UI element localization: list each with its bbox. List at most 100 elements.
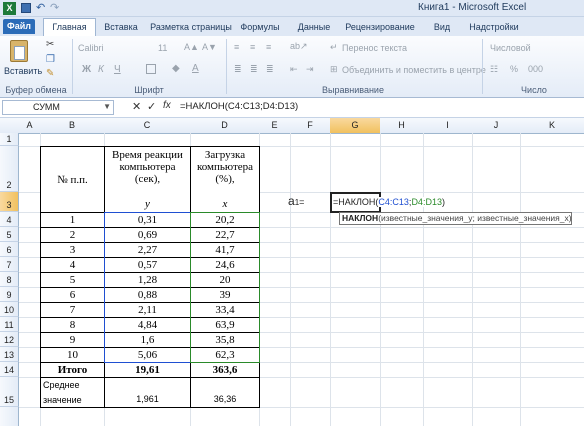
wrap-text-button[interactable]: Перенос текста xyxy=(342,43,407,53)
font-color-icon[interactable]: A xyxy=(192,63,199,74)
align-top-icon[interactable]: ≡ xyxy=(234,42,239,52)
underline-button[interactable]: Ч xyxy=(114,64,121,75)
tab-addins[interactable]: Надстройки xyxy=(466,19,522,36)
paste-icon[interactable] xyxy=(10,40,28,62)
row-header-5[interactable]: 5 xyxy=(0,227,19,242)
header-response-time[interactable]: Время реакции компьютера (сек), y xyxy=(104,146,191,213)
italic-button[interactable]: К xyxy=(98,64,104,75)
column-header-a[interactable]: A xyxy=(19,118,41,134)
tab-page-layout[interactable]: Разметка страницы xyxy=(148,19,234,36)
table-row-number[interactable]: 4 xyxy=(40,257,105,273)
redo-icon[interactable]: ↷ xyxy=(50,1,59,14)
font-name-select[interactable]: Calibri xyxy=(78,43,152,56)
column-header-h[interactable]: H xyxy=(380,118,424,134)
column-header-i[interactable]: I xyxy=(423,118,473,134)
total-load[interactable]: 363,6 xyxy=(190,362,260,378)
name-box[interactable]: СУММ ▼ xyxy=(2,100,114,115)
table-row-number[interactable]: 5 xyxy=(40,272,105,288)
align-bottom-icon[interactable]: ≡ xyxy=(266,42,271,52)
tab-file[interactable]: Файл xyxy=(3,19,35,34)
row-header-8[interactable]: 8 xyxy=(0,272,19,287)
column-header-d[interactable]: D xyxy=(190,118,260,134)
table-row-number[interactable]: 3 xyxy=(40,242,105,258)
shrink-font-icon[interactable]: A▼ xyxy=(202,42,217,52)
table-row-number[interactable]: 8 xyxy=(40,317,105,333)
chevron-down-icon[interactable]: ▼ xyxy=(103,102,111,111)
row-header-3[interactable]: 3 xyxy=(0,192,19,212)
row-header-6[interactable]: 6 xyxy=(0,242,19,257)
fill-color-icon[interactable]: ◆ xyxy=(172,63,180,74)
average-response-time[interactable]: 1,961 xyxy=(104,377,191,408)
header-load[interactable]: Загрузка компьютера (%), x xyxy=(190,146,260,213)
row-header-14[interactable]: 14 xyxy=(0,362,19,377)
format-painter-icon[interactable]: ✎ xyxy=(46,68,54,79)
row-header-4[interactable]: 4 xyxy=(0,212,19,227)
row-header-16[interactable] xyxy=(0,407,19,426)
row-header-13[interactable]: 13 xyxy=(0,347,19,362)
font-size-select[interactable]: 11 xyxy=(158,43,178,53)
column-header-b[interactable]: B xyxy=(40,118,105,134)
table-row-number[interactable]: 7 xyxy=(40,302,105,318)
cancel-icon[interactable]: ✕ xyxy=(132,100,141,113)
number-format-select[interactable]: Числовой xyxy=(490,43,578,53)
row-header-2[interactable]: 2 xyxy=(0,146,19,192)
save-icon[interactable] xyxy=(21,3,31,13)
merge-center-button[interactable]: Объединить и поместить в центре xyxy=(342,65,486,75)
average-load[interactable]: 36,36 xyxy=(190,377,260,408)
align-left-icon[interactable]: ≣ xyxy=(234,64,242,75)
tab-insert[interactable]: Вставка xyxy=(98,19,144,36)
row-header-15[interactable]: 15 xyxy=(0,377,19,407)
row-header-7[interactable]: 7 xyxy=(0,257,19,272)
row-header-12[interactable]: 12 xyxy=(0,332,19,347)
average-label[interactable]: Среднее значение xyxy=(40,377,105,408)
borders-icon[interactable] xyxy=(146,64,156,74)
indent-increase-icon[interactable]: ⇥ xyxy=(306,64,314,75)
orientation-icon[interactable]: ab↗ xyxy=(290,41,308,52)
excel-app-icon[interactable]: X xyxy=(3,2,16,15)
copy-icon[interactable]: ❐ xyxy=(46,54,55,65)
cut-icon[interactable]: ✂ xyxy=(46,39,54,50)
insert-function-button[interactable]: fx xyxy=(163,100,171,111)
align-right-icon[interactable]: ≣ xyxy=(266,64,274,75)
tooltip-function-name[interactable]: НАКЛОН xyxy=(342,213,378,223)
column-header-f[interactable]: F xyxy=(290,118,331,134)
percent-button[interactable]: % xyxy=(510,64,518,74)
column-header-e[interactable]: E xyxy=(259,118,291,134)
column-header-g[interactable]: G xyxy=(330,118,381,134)
bold-button[interactable]: Ж xyxy=(82,64,91,75)
header-number[interactable]: № п.п. xyxy=(40,146,105,213)
paste-button[interactable]: Вставить xyxy=(4,66,42,76)
row-header-1[interactable]: 1 xyxy=(0,133,19,146)
grow-font-icon[interactable]: A▲ xyxy=(184,42,199,52)
table-row-number[interactable]: 9 xyxy=(40,332,105,348)
table-row-number[interactable]: 6 xyxy=(40,287,105,303)
column-header-c[interactable]: C xyxy=(104,118,191,134)
align-middle-icon[interactable]: ≡ xyxy=(250,42,255,52)
tab-home[interactable]: Главная xyxy=(43,18,96,37)
in-cell-formula[interactable]: =НАКЛОН(C4:C13;D4:D13) xyxy=(333,197,445,207)
tab-review[interactable]: Рецензирование xyxy=(340,19,420,36)
align-center-icon[interactable]: ≣ xyxy=(250,64,258,75)
total-label[interactable]: Итого xyxy=(40,362,105,378)
enter-icon[interactable]: ✓ xyxy=(147,100,156,113)
table-row-number[interactable]: 1 xyxy=(40,212,105,228)
merge-center-icon[interactable]: ⊞ xyxy=(330,64,338,75)
row-header-10[interactable]: 10 xyxy=(0,302,19,317)
row-header-11[interactable]: 11 xyxy=(0,317,19,332)
currency-icon[interactable]: ☷ xyxy=(490,64,498,75)
tab-view[interactable]: Вид xyxy=(430,19,454,36)
row-header-9[interactable]: 9 xyxy=(0,287,19,302)
wrap-text-icon[interactable]: ↵ xyxy=(330,42,338,53)
tab-data[interactable]: Данные xyxy=(294,19,334,36)
undo-icon[interactable]: ↶ xyxy=(36,1,45,14)
table-row-number[interactable]: 10 xyxy=(40,347,105,363)
column-header-k[interactable]: K xyxy=(520,118,584,134)
formula-input[interactable]: =НАКЛОН(C4:C13;D4:D13) xyxy=(180,101,298,112)
indent-decrease-icon[interactable]: ⇤ xyxy=(290,64,298,75)
select-all-corner[interactable] xyxy=(0,118,20,134)
table-row-number[interactable]: 2 xyxy=(40,227,105,243)
column-header-j[interactable]: J xyxy=(472,118,521,134)
thousands-button[interactable]: 000 xyxy=(528,64,543,74)
tab-formulas[interactable]: Формулы xyxy=(238,19,282,36)
total-response-time[interactable]: 19,61 xyxy=(104,362,191,378)
